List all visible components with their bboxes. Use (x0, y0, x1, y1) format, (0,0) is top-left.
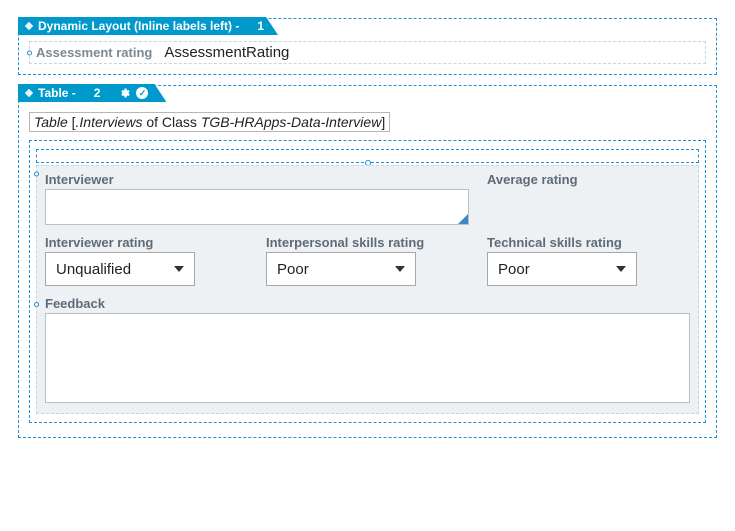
feedback-textarea[interactable] (45, 313, 690, 403)
feedback-label: Feedback (45, 296, 690, 311)
selection-handle-icon (25, 22, 33, 30)
interviewer-label: Interviewer (45, 172, 469, 187)
select-value: Poor (498, 261, 530, 278)
panel-index: 1 (257, 19, 264, 33)
dynamic-layout-panel[interactable]: Dynamic Layout (Inline labels left) - 1 … (18, 18, 717, 75)
interpersonal-field[interactable]: Interpersonal skills rating Poor (266, 235, 469, 286)
avg-rating-field[interactable]: Average rating (487, 172, 690, 225)
panel-title: Table - (38, 86, 76, 100)
technical-select[interactable]: Poor (487, 252, 637, 286)
panel-tab-table[interactable]: Table - 2 ✓ (18, 84, 166, 102)
interpersonal-select[interactable]: Poor (266, 252, 416, 286)
technical-field[interactable]: Technical skills rating Poor (487, 235, 690, 286)
row-drop-zone[interactable] (36, 149, 699, 163)
row-template[interactable]: Interviewer Average rating Interviewer r… (36, 165, 699, 414)
select-value: Unqualified (56, 261, 131, 278)
assessment-rating-row[interactable]: Assessment rating AssessmentRating (29, 41, 706, 64)
selection-handle-icon (25, 89, 33, 97)
selection-handle-icon (34, 302, 39, 307)
chevron-down-icon (395, 266, 405, 272)
selection-handle-icon (34, 172, 39, 177)
panel-tab-dynamic-layout[interactable]: Dynamic Layout (Inline labels left) - 1 (18, 17, 278, 35)
check-icon[interactable]: ✓ (136, 87, 148, 99)
interviewer-rating-select[interactable]: Unqualified (45, 252, 195, 286)
avg-rating-label: Average rating (487, 172, 690, 187)
technical-label: Technical skills rating (487, 235, 690, 250)
assessment-rating-label: Assessment rating (36, 45, 152, 60)
interviewer-rating-label: Interviewer rating (45, 235, 248, 250)
chevron-down-icon (174, 266, 184, 272)
interviewer-rating-field[interactable]: Interviewer rating Unqualified (45, 235, 248, 286)
panel-title: Dynamic Layout (Inline labels left) - (38, 19, 239, 33)
table-panel[interactable]: Table - 2 ✓ Table [.Interviews of Class … (18, 85, 717, 438)
repeating-row-zone[interactable]: Interviewer Average rating Interviewer r… (29, 140, 706, 423)
interpersonal-label: Interpersonal skills rating (266, 235, 469, 250)
select-value: Poor (277, 261, 309, 278)
assessment-rating-value: AssessmentRating (164, 44, 289, 61)
selection-handle-icon (27, 50, 32, 55)
panel-index: 2 (94, 86, 101, 100)
chevron-down-icon (616, 266, 626, 272)
gear-icon[interactable] (118, 87, 130, 99)
interviewer-input[interactable] (45, 189, 469, 225)
interviewer-field[interactable]: Interviewer (45, 172, 469, 225)
feedback-field[interactable]: Feedback (45, 296, 690, 403)
table-source-descriptor[interactable]: Table [.Interviews of Class TGB-HRApps-D… (29, 112, 390, 132)
autocomplete-corner-icon (458, 214, 468, 224)
